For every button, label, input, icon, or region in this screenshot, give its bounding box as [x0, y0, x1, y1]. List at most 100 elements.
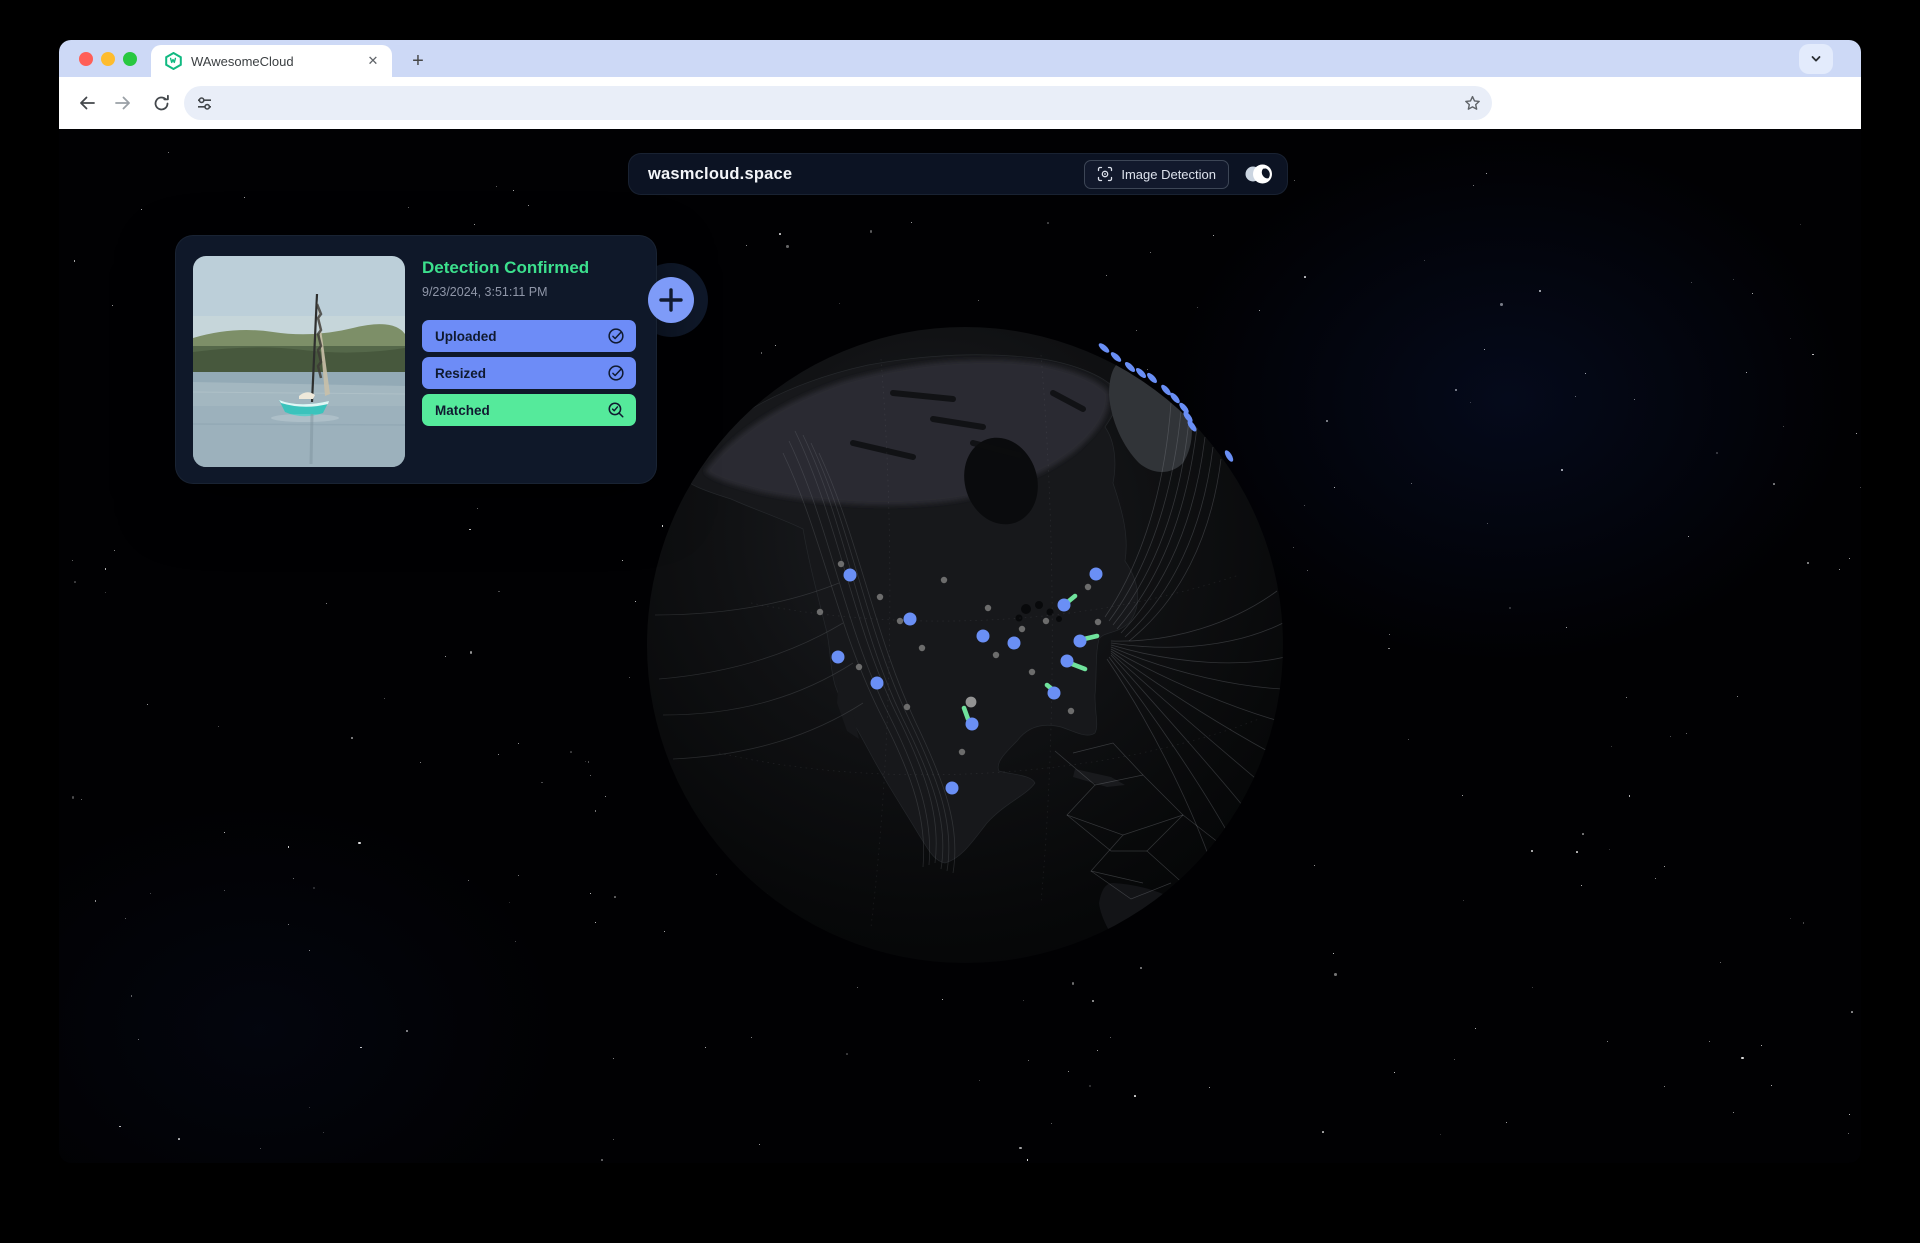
star: [910, 221, 912, 223]
star: [1606, 1041, 1608, 1042]
star: [498, 590, 500, 593]
theme-toggle-button[interactable]: [1239, 159, 1279, 189]
star: [1790, 918, 1792, 920]
chevron-down-icon: [1811, 56, 1821, 62]
close-window-button[interactable]: [79, 52, 93, 66]
nebula-glow: [59, 729, 659, 1163]
star: [1208, 1087, 1210, 1089]
tab-search-chevron-button[interactable]: [1799, 44, 1833, 74]
star: [1532, 987, 1534, 989]
star: [1334, 972, 1337, 976]
star: [384, 697, 386, 699]
star: [104, 568, 107, 570]
star: [622, 560, 624, 561]
star: [1047, 222, 1049, 224]
star: [496, 185, 498, 187]
star: [1663, 1085, 1665, 1087]
star: [1576, 851, 1578, 853]
detection-card-wrap: Detection Confirmed 9/23/2024, 3:51:11 P…: [175, 235, 708, 484]
star: [1582, 833, 1584, 835]
star: [105, 591, 107, 593]
tab-wawesomecloud[interactable]: WAwesomeCloud ✕: [151, 45, 392, 77]
star: [1628, 795, 1631, 797]
star: [1741, 1056, 1744, 1060]
window-controls: [79, 52, 137, 66]
detected-image: [193, 256, 405, 467]
star: [941, 998, 943, 1000]
star: [1608, 849, 1610, 851]
star: [1322, 1131, 1324, 1133]
star: [745, 245, 747, 247]
star: [1771, 1085, 1773, 1086]
earth-globe[interactable]: [643, 323, 1287, 967]
forward-button[interactable]: [106, 86, 140, 120]
new-tab-button[interactable]: +: [404, 47, 432, 75]
star: [1851, 1011, 1853, 1013]
site-header-bar: wasmcloud.space Image Detection: [628, 153, 1288, 195]
wasmcloud-favicon-icon: [165, 52, 182, 70]
minimize-window-button[interactable]: [101, 52, 115, 66]
star: [445, 656, 446, 658]
page-content: wasmcloud.space Image Detection Detectio…: [59, 129, 1861, 1163]
bookmark-star-button[interactable]: [1463, 94, 1482, 113]
star: [1474, 1028, 1476, 1029]
star: [1663, 866, 1665, 868]
star: [1110, 1037, 1112, 1039]
back-button[interactable]: [70, 86, 104, 120]
star: [147, 704, 148, 705]
refresh-button[interactable]: [144, 86, 178, 120]
check-circle-icon: [608, 365, 624, 381]
star: [1453, 1058, 1455, 1060]
star: [476, 508, 478, 510]
star: [1580, 885, 1582, 887]
star: [1019, 1146, 1023, 1150]
scan-eye-icon: [1098, 166, 1113, 182]
star: [846, 1053, 848, 1055]
star: [1050, 1122, 1052, 1124]
sailboat-photo: [193, 256, 405, 467]
status-label: Resized: [435, 365, 487, 381]
star: [527, 204, 530, 207]
star: [1847, 1133, 1849, 1135]
site-brand: wasmcloud.space: [648, 164, 793, 183]
search-check-icon: [608, 402, 624, 418]
star: [1026, 1159, 1029, 1161]
star: [978, 1080, 980, 1082]
star: [1393, 1072, 1395, 1073]
star: [1092, 1000, 1095, 1003]
star: [408, 206, 410, 208]
star: [1022, 999, 1024, 1001]
star: [1068, 1071, 1070, 1072]
image-detection-button[interactable]: Image Detection: [1084, 159, 1229, 189]
url-input[interactable]: [223, 95, 1463, 111]
tab-title: WAwesomeCloud: [191, 53, 294, 69]
browser-toolbar: [59, 77, 1861, 129]
refresh-icon: [154, 94, 169, 110]
star: [1505, 1122, 1507, 1124]
image-detection-label: Image Detection: [1121, 166, 1216, 182]
star: [1655, 877, 1657, 879]
star: [1313, 864, 1315, 866]
star: [751, 1037, 753, 1039]
star: [217, 725, 219, 727]
star: [1333, 953, 1334, 955]
zoom-window-button[interactable]: [123, 52, 137, 66]
star: [786, 244, 789, 248]
star: [1708, 1041, 1710, 1043]
star: [114, 550, 116, 552]
star: [111, 304, 113, 306]
star: [1440, 1134, 1441, 1136]
check-circle-icon: [608, 328, 624, 344]
detection-card: Detection Confirmed 9/23/2024, 3:51:11 P…: [175, 235, 657, 484]
back-arrow-icon: [80, 96, 95, 110]
address-bar[interactable]: [184, 86, 1492, 120]
star: [838, 302, 841, 305]
tune-sliders-icon[interactable]: [196, 95, 213, 112]
add-image-button[interactable]: [648, 277, 694, 323]
forward-arrow-icon: [115, 96, 130, 110]
tab-close-icon[interactable]: ✕: [364, 52, 382, 70]
status-label: Uploaded: [435, 328, 497, 344]
status-row-uploaded: Uploaded: [422, 320, 636, 352]
status-row-resized: Resized: [422, 357, 636, 389]
star: [141, 208, 143, 210]
